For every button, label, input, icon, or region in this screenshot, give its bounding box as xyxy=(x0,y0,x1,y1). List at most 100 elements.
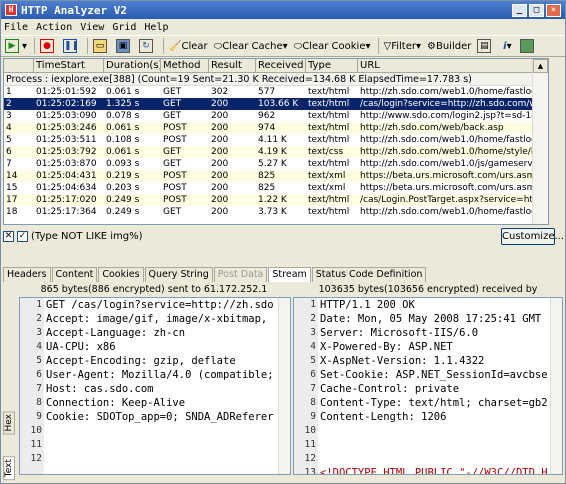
pause-button[interactable]: ❚❚ xyxy=(61,37,82,55)
column-url[interactable]: URL xyxy=(358,59,548,72)
grid-scrollbar[interactable]: ▲ xyxy=(532,59,548,224)
help-button[interactable] xyxy=(518,37,539,55)
line-number: 4 xyxy=(36,341,42,352)
funnel-icon: ▽ xyxy=(383,40,392,52)
code-line: Date: Mon, 05 May 2008 17:25:41 GMT xyxy=(320,313,542,325)
code-line: UA-CPU: x86 xyxy=(46,341,116,353)
received-bytes-header: 103635 bytes(103656 encrypted) received … xyxy=(318,284,538,309)
table-cell: https://beta.urs.microsoft.com/urs.asmx?… xyxy=(360,171,548,181)
line-number: 3 xyxy=(310,327,316,338)
refresh-button[interactable]: ↻ xyxy=(137,37,158,55)
close-button[interactable]: ✕ xyxy=(546,3,561,17)
table-cell: 0.093 s xyxy=(106,159,140,169)
menu-view[interactable]: View xyxy=(80,22,104,33)
table-row[interactable]: 6 01:25:03:792 0.061 s GET 200 4.19 K text/css… xyxy=(4,146,548,158)
request-stream-text[interactable]: GET /cas/login?service=http://zh.sdo Acce… xyxy=(46,298,276,466)
info-button[interactable]: i ▾ xyxy=(498,37,516,55)
tab-query-string[interactable]: Query String xyxy=(144,267,213,282)
response-pane-scrollbar[interactable] xyxy=(550,298,562,474)
table-row[interactable]: 1 01:25:01:592 0.061 s GET 302 577 text/html ht… xyxy=(4,86,548,98)
table-cell: text/html xyxy=(308,207,350,217)
table-cell: GET xyxy=(163,147,182,157)
eraser-icon: ⬭ xyxy=(293,40,303,52)
tab-hex[interactable]: Hex xyxy=(3,411,15,435)
filter-close-icon[interactable]: ✕ xyxy=(3,230,14,242)
line-number: 7 xyxy=(310,383,316,394)
filter-button[interactable]: ▽ Filter ▾ xyxy=(382,37,424,55)
table-row[interactable]: 4 01:25:03:246 0.061 s POST 200 974 text/html h… xyxy=(4,122,548,134)
column-result[interactable]: Result xyxy=(209,59,256,72)
table-row[interactable]: 7 01:25:03:870 0.093 s GET 200 5.27 K text/htm… xyxy=(4,158,548,170)
response-stream-pane[interactable]: 1 2 3 4 5 6 7 8 9 10 11 12 13 HTTP/1.1 200 OK Date: M… xyxy=(293,297,563,475)
title-bar: H HTTP Analyzer V2 _ □ ✕ xyxy=(1,1,565,19)
table-row[interactable]: 3 01:25:03:090 0.078 s GET 200 962 text/html ht… xyxy=(4,110,548,122)
table-cell: 01:25:03:090 xyxy=(36,111,97,121)
app-window: H HTTP Analyzer V2 _ □ ✕ File Action Vie… xyxy=(0,0,566,484)
code-line: User-Agent: Mozilla/4.0 (compatible; xyxy=(46,369,274,381)
maximize-button[interactable]: □ xyxy=(529,3,544,17)
table-row[interactable]: 5 01:25:03:511 0.108 s POST 200 4.11 K text/ht… xyxy=(4,134,548,146)
request-stream-pane[interactable]: 1 2 3 4 5 6 7 8 9 10 11 12 GET /cas/login?service=h… xyxy=(19,297,291,475)
scroll-up-arrow[interactable]: ▲ xyxy=(533,59,548,73)
grid-header: TimeStart Duration(s) Method Result Rece… xyxy=(4,59,548,73)
table-row[interactable]: 14 01:25:04:431 0.219 s POST 200 825 text/xml h… xyxy=(4,170,548,182)
table-cell: POST xyxy=(163,171,187,181)
tab-stream[interactable]: Stream xyxy=(268,267,311,282)
table-cell: 01:25:17:364 xyxy=(36,207,97,217)
clear-button[interactable]: 🧹 Clear xyxy=(167,37,210,55)
eraser-icon: ⬭ xyxy=(213,40,223,52)
table-cell: 01:25:03:246 xyxy=(36,123,97,133)
tab-status-code-definition[interactable]: Status Code Definition xyxy=(311,267,427,282)
menu-file[interactable]: File xyxy=(4,22,28,33)
save-button[interactable]: ▣ xyxy=(114,37,135,55)
code-line: Content-Length: 1206 xyxy=(320,411,447,423)
column-type[interactable]: Type xyxy=(306,59,358,72)
table-cell: 1.325 s xyxy=(106,99,140,109)
tab-post-data[interactable]: Post Data xyxy=(213,267,268,282)
tab-cookies[interactable]: Cookies xyxy=(98,267,144,282)
column-index[interactable] xyxy=(4,59,34,72)
request-pane-scrollbar[interactable] xyxy=(278,298,290,474)
play-icon: ▶ xyxy=(5,39,19,53)
tab-headers[interactable]: Headers xyxy=(3,267,51,282)
customize-button[interactable]: Customize... xyxy=(501,227,564,245)
line-number: 6 xyxy=(310,369,316,380)
process-row[interactable]: Process : iexplore.exe[388] (Count=19 Se… xyxy=(4,73,548,86)
column-duration[interactable]: Duration(s) xyxy=(104,59,161,72)
filter-enabled-checkbox[interactable]: ✓ xyxy=(17,230,28,242)
minimize-button[interactable]: _ xyxy=(512,3,527,17)
tab-content[interactable]: Content xyxy=(51,267,98,282)
menu-action[interactable]: Action xyxy=(36,22,72,33)
table-cell: http://zh.sdo.com/web1.0/home/fastlogin.… xyxy=(360,87,548,97)
code-line: HTTP/1.1 200 OK xyxy=(320,299,415,311)
menu-help[interactable]: Help xyxy=(144,22,168,33)
builder-label: Builder xyxy=(435,40,472,52)
builder-button[interactable]: ⚙ Builder xyxy=(425,37,473,55)
table-cell: 302 xyxy=(211,87,229,97)
stop-button[interactable]: ● xyxy=(38,37,59,55)
options-button[interactable]: ▤ xyxy=(475,37,496,55)
tab-text[interactable]: Text xyxy=(3,456,15,481)
table-cell: 103.66 K xyxy=(258,99,299,109)
table-cell: 1.22 K xyxy=(258,195,287,205)
table-row[interactable]: 17 01:25:17:020 0.249 s POST 200 1.22 K text/h… xyxy=(4,194,548,206)
table-row[interactable]: 18 01:25:17:364 0.249 s GET 200 3.73 K text/ht… xyxy=(4,206,548,218)
table-cell: 0.108 s xyxy=(106,135,140,145)
table-row[interactable]: 2 01:25:02:169 1.325 s GET 200 103.66 K text/h… xyxy=(4,98,548,110)
response-stream-text[interactable]: HTTP/1.1 200 OK Date: Mon, 05 May 2008 17… xyxy=(320,298,548,474)
clear-cache-button[interactable]: ⬭ Clear Cache ▾ xyxy=(212,37,290,55)
table-cell: 200 xyxy=(211,123,229,133)
window-title: HTTP Analyzer V2 xyxy=(21,3,127,17)
start-button[interactable]: ▶ ▾ xyxy=(3,37,29,55)
clear-cookie-button[interactable]: ⬭ Clear Cookie ▾ xyxy=(292,37,373,55)
table-row[interactable]: 15 01:25:04:634 0.203 s POST 200 825 text/xml h… xyxy=(4,182,548,194)
table-cell: http://zh.sdo.com/web1.0/home/style/logi… xyxy=(360,147,548,157)
open-button[interactable]: ▭ xyxy=(91,37,112,55)
column-received[interactable]: Received xyxy=(256,59,306,72)
column-timestart[interactable]: TimeStart xyxy=(34,59,104,72)
column-method[interactable]: Method xyxy=(161,59,209,72)
menu-grid[interactable]: Grid xyxy=(112,22,136,33)
